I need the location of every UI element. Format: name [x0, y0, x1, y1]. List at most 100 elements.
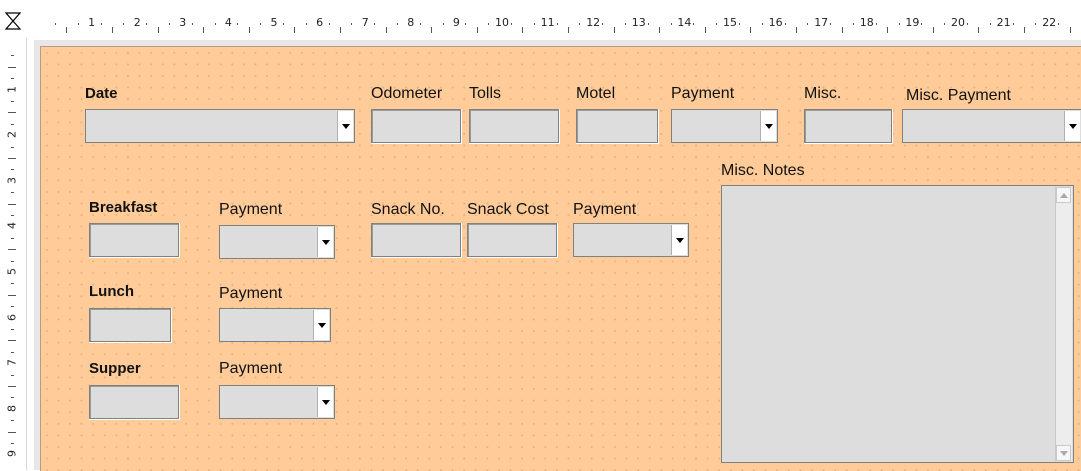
chevron-down-icon[interactable] — [671, 225, 687, 255]
motel-payment-label: Payment — [671, 85, 735, 102]
ruler-tick — [875, 23, 877, 25]
motel-payment-dropdown[interactable] — [671, 109, 778, 143]
ruler-tick — [932, 27, 934, 33]
breakfast-field[interactable] — [89, 223, 180, 258]
ruler-tick — [11, 123, 14, 125]
chevron-down-icon[interactable] — [760, 111, 776, 141]
ruler-tick — [66, 27, 68, 33]
ruler-tick — [602, 23, 604, 25]
ruler-tick — [8, 386, 16, 387]
ruler-tick — [111, 27, 113, 33]
ruler-tick — [11, 283, 14, 285]
misc-payment-dropdown[interactable] — [902, 109, 1081, 143]
ruler-tick — [11, 443, 14, 444]
ruler-mark: 21 — [996, 16, 1011, 29]
ruler-tick — [830, 23, 832, 25]
ruler-mark: 19 — [905, 16, 920, 29]
ruler-tick — [852, 23, 854, 25]
ruler-tick — [157, 27, 159, 33]
ruler-tick — [11, 146, 14, 148]
ruler-tick — [8, 340, 16, 342]
ruler-mark: 11 — [540, 16, 555, 29]
lunch-payment-dropdown[interactable] — [219, 308, 331, 342]
ruler-mark: 5 — [270, 16, 278, 29]
snack-cost-field[interactable] — [467, 223, 558, 258]
ruler-tick — [282, 23, 284, 25]
supper-field[interactable] — [89, 385, 180, 420]
scroll-up-icon[interactable] — [1056, 187, 1071, 203]
odometer-field[interactable] — [371, 109, 462, 144]
snack-payment-dropdown[interactable] — [573, 223, 689, 257]
supper-payment-dropdown[interactable] — [219, 385, 335, 419]
ruler-mark: 20 — [951, 16, 965, 29]
misc-field[interactable] — [804, 109, 893, 144]
ruler-tick — [738, 23, 740, 25]
ruler-origin-icon[interactable] — [5, 12, 21, 30]
ruler-tick — [533, 23, 535, 25]
ruler-mark: 2 — [5, 131, 19, 139]
snack-cost-label: Snack Cost — [467, 201, 549, 218]
chevron-down-icon[interactable] — [317, 227, 333, 257]
chevron-down-icon[interactable] — [313, 310, 329, 340]
motel-field[interactable] — [576, 109, 659, 144]
notes-scrollbar[interactable] — [1055, 187, 1072, 461]
misc-notes-label: Misc. Notes — [721, 162, 805, 179]
ruler-mark: 4 — [224, 16, 232, 29]
ruler-tick — [11, 101, 14, 102]
lunch-payment-label: Payment — [219, 285, 283, 302]
ruler-tick — [214, 23, 216, 25]
ruler-tick — [716, 23, 718, 25]
ruler-tick — [11, 351, 14, 353]
ruler-tick — [374, 23, 376, 25]
supper-label: Supper — [89, 360, 141, 377]
tolls-label: Tolls — [469, 85, 502, 102]
ruler-tick — [8, 203, 16, 205]
ruler-tick — [1058, 23, 1060, 25]
motel-label: Motel — [576, 85, 616, 102]
ruler-tick — [670, 23, 672, 25]
ruler-tick — [11, 169, 14, 171]
ruler-tick — [704, 27, 706, 33]
lunch-field[interactable] — [89, 308, 172, 343]
scroll-down-icon[interactable] — [1056, 445, 1071, 461]
date-dropdown[interactable] — [85, 109, 355, 143]
snack-no-field[interactable] — [371, 223, 462, 258]
ruler-mark: 13 — [631, 16, 646, 29]
ruler-mark: 5 — [5, 268, 19, 275]
ruler-tick — [8, 294, 16, 296]
ruler-tick — [339, 27, 341, 33]
ruler-mark: 2 — [133, 16, 141, 29]
ruler-tick — [305, 23, 307, 25]
ruler-tick — [8, 249, 16, 251]
ruler-tick — [795, 27, 797, 33]
tolls-field[interactable] — [469, 109, 560, 144]
chevron-down-icon[interactable] — [337, 111, 353, 141]
ruler-tick — [898, 23, 900, 25]
chevron-down-icon[interactable] — [1064, 111, 1080, 141]
ruler-mark: 7 — [361, 16, 369, 29]
form-design-canvas[interactable]: Date Odometer Tolls Motel Payment Misc. … — [40, 46, 1081, 471]
ruler-tick — [8, 112, 16, 114]
ruler-tick — [351, 23, 353, 25]
ruler-tick — [693, 23, 695, 25]
ruler-mark: 17 — [814, 16, 829, 29]
date-label: Date — [85, 85, 118, 102]
ruler-mark: 3 — [5, 176, 19, 184]
ruler-tick — [556, 23, 558, 25]
ruler-mark: 14 — [677, 16, 692, 29]
ruler-tick — [1069, 27, 1071, 33]
misc-notes-textarea[interactable] — [721, 185, 1074, 463]
ruler-tick — [944, 23, 946, 25]
chevron-down-icon[interactable] — [317, 387, 333, 417]
ruler-tick — [8, 66, 16, 68]
ruler-tick — [294, 27, 296, 33]
ruler-tick — [921, 23, 923, 25]
ruler-mark: 10 — [495, 16, 509, 29]
ruler-tick — [659, 27, 661, 33]
ruler-tick — [750, 27, 752, 33]
ruler-mark: 6 — [5, 313, 19, 321]
ruler-tick — [567, 27, 569, 33]
ruler-tick — [11, 78, 14, 80]
ruler-tick — [203, 27, 205, 33]
breakfast-payment-dropdown[interactable] — [219, 225, 335, 259]
